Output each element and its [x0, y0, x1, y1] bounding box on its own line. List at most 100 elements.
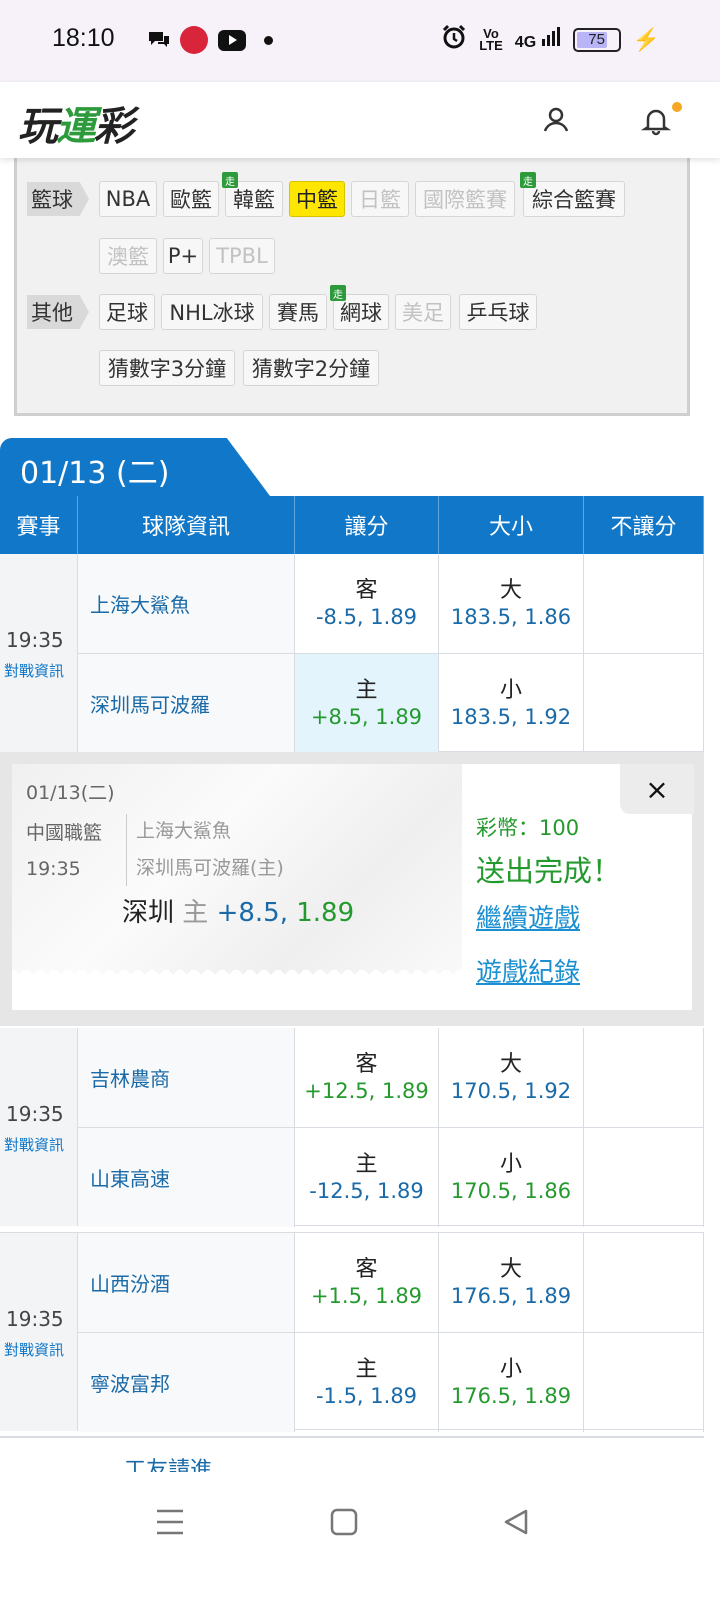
team-name[interactable]: 深圳馬可波羅: [78, 654, 295, 753]
ticket-date: 01/13(二): [26, 782, 115, 804]
spread-odds-home-selected[interactable]: 主 +8.5, 1.89: [295, 654, 439, 753]
matchup-info-link[interactable]: 對戰資訊: [4, 1339, 64, 1360]
chip-guess-2min[interactable]: 猜數字2分鐘: [243, 350, 379, 386]
odd-label: 大: [499, 577, 522, 603]
game-history-link[interactable]: 遊戲紀錄: [476, 952, 580, 989]
moneyline-home[interactable]: [584, 654, 704, 753]
total-odds-over[interactable]: 大 176.5, 1.89: [439, 1233, 584, 1332]
odd-label: 小: [499, 677, 522, 703]
logo-char-2: 運: [56, 103, 96, 150]
status-time: 18:10: [52, 24, 115, 52]
chip-horse-racing[interactable]: 賽馬: [269, 294, 327, 330]
spread-odds-away[interactable]: 客 +12.5, 1.89: [295, 1028, 439, 1127]
col-team-info: 球隊資訊: [78, 496, 295, 554]
game-time-cell: 19:35 對戰資訊: [0, 1028, 78, 1226]
odd-value: -12.5, 1.89: [309, 1178, 424, 1203]
network-type: 4G: [514, 34, 537, 51]
back-triangle-icon[interactable]: [496, 1502, 536, 1542]
chip-tpbl[interactable]: TPBL: [209, 238, 275, 274]
total-odds-under[interactable]: 小 183.5, 1.92: [439, 654, 584, 753]
team-row-away: 山西汾酒 客 +1.5, 1.89 大 176.5, 1.89: [78, 1233, 704, 1332]
game-row: 19:35 對戰資訊 吉林農商 客 +12.5, 1.89 大 170.5, 1.9…: [0, 1028, 704, 1227]
next-league-heading: 工友請進: [0, 1436, 704, 1472]
ticket-bet: 深圳 主 +8.5, 1.89: [122, 892, 354, 929]
app-notification-icon: [180, 26, 208, 54]
volte-bottom: LTE: [479, 37, 503, 53]
col-event: 賽事: [0, 496, 78, 554]
matchup-info-link[interactable]: 對戰資訊: [4, 1134, 64, 1155]
odd-value: 170.5, 1.86: [450, 1178, 572, 1203]
matchup-info-link[interactable]: 對戰資訊: [4, 660, 64, 681]
chip-mixed-basketball[interactable]: 走綜合籃賽: [520, 172, 625, 217]
logo-char-1: 玩: [18, 103, 58, 150]
chip-tennis[interactable]: 走網球: [330, 285, 389, 330]
table-header: 賽事 球隊資訊 讓分 大小 不讓分: [0, 496, 704, 554]
chip-american-football[interactable]: 美足: [395, 294, 451, 330]
chip-nba[interactable]: NBA: [99, 181, 157, 217]
team-row-home: 深圳馬可波羅 主 +8.5, 1.89 小 183.5, 1.92: [78, 653, 704, 753]
odd-label: 主: [355, 677, 378, 703]
team-name[interactable]: 山東高速: [78, 1128, 295, 1227]
odd-value: +1.5, 1.89: [310, 1283, 423, 1308]
home-square-icon[interactable]: [324, 1502, 364, 1542]
chip-japan-basketball[interactable]: 日籃: [351, 181, 409, 217]
chip-p-plus[interactable]: P+: [163, 238, 203, 274]
spread-odds-home[interactable]: 主 -1.5, 1.89: [295, 1333, 439, 1432]
chip-euro-basketball[interactable]: 歐籃: [163, 181, 219, 217]
logo[interactable]: 玩運彩: [18, 94, 134, 152]
game-time-cell: 19:35 對戰資訊: [0, 1233, 78, 1431]
charging-icon: ⚡: [632, 26, 660, 52]
spread-odds-away[interactable]: 客 -8.5, 1.89: [295, 554, 439, 653]
chip-label: 綜合籃賽: [532, 188, 616, 212]
ticket-divider: [126, 814, 127, 886]
game-row: 19:35 對戰資訊 山西汾酒 客 +1.5, 1.89 大 176.5, 1.89…: [0, 1232, 704, 1432]
spread-odds-home[interactable]: 主 -12.5, 1.89: [295, 1128, 439, 1227]
chip-guess-3min[interactable]: 猜數字3分鐘: [99, 350, 235, 386]
category-panel: 籃球 NBA 歐籃 走韓籃 中籃 日籃 國際籃賽 走綜合籃賽 澳籃 P+ TPB…: [14, 158, 690, 416]
battery-icon: 75: [572, 27, 621, 52]
bet-price: 1.89: [296, 898, 355, 928]
chip-soccer[interactable]: 足球: [99, 294, 155, 330]
odd-value: 183.5, 1.86: [450, 604, 572, 629]
moneyline-away[interactable]: [584, 1028, 704, 1127]
team-name[interactable]: 吉林農商: [78, 1028, 295, 1127]
chip-intl-basketball[interactable]: 國際籃賽: [415, 181, 515, 217]
bet-side: 主: [182, 898, 209, 928]
continue-game-link[interactable]: 繼續遊戲: [476, 898, 580, 935]
bell-icon[interactable]: [640, 104, 672, 136]
total-odds-under[interactable]: 小 176.5, 1.89: [439, 1333, 584, 1432]
team-name[interactable]: 上海大鯊魚: [78, 554, 295, 653]
team-name[interactable]: 山西汾酒: [78, 1233, 295, 1332]
date-tab[interactable]: 01/13 (二): [0, 438, 270, 496]
submit-complete-message: 送出完成！: [476, 854, 622, 888]
moneyline-away[interactable]: [584, 554, 704, 653]
total-odds-over[interactable]: 大 183.5, 1.86: [439, 554, 584, 653]
moneyline-away[interactable]: [584, 1233, 704, 1332]
close-popup-button[interactable]: ×: [620, 764, 694, 814]
menu-icon[interactable]: [150, 1502, 190, 1542]
odd-value: -8.5, 1.89: [315, 604, 418, 629]
user-icon[interactable]: [540, 104, 572, 136]
odd-value: 183.5, 1.92: [450, 704, 572, 729]
odd-label: 客: [355, 577, 378, 603]
chat-notification-icon: [146, 26, 172, 54]
more-notifications-icon: [264, 36, 273, 45]
chip-nhl[interactable]: NHL冰球: [161, 294, 263, 330]
total-odds-over[interactable]: 大 170.5, 1.92: [439, 1028, 584, 1127]
odd-value: 170.5, 1.92: [450, 1078, 572, 1103]
chip-table-tennis[interactable]: 乒乓球: [459, 294, 537, 330]
moneyline-home[interactable]: [584, 1333, 704, 1432]
bet-team: 深圳: [122, 898, 175, 928]
moneyline-home[interactable]: [584, 1128, 704, 1227]
chip-label: 韓籃: [233, 188, 275, 212]
total-odds-under[interactable]: 小 170.5, 1.86: [439, 1128, 584, 1227]
team-row-away: 吉林農商 客 +12.5, 1.89 大 170.5, 1.92: [78, 1028, 704, 1127]
chip-china-basketball[interactable]: 中籃: [289, 181, 345, 217]
spread-odds-away[interactable]: 客 +1.5, 1.89: [295, 1233, 439, 1332]
ticket-team-home: 深圳馬可波羅(主): [136, 857, 284, 879]
team-name[interactable]: 寧波富邦: [78, 1333, 295, 1432]
team-row-home: 山東高速 主 -12.5, 1.89 小 170.5, 1.86: [78, 1127, 704, 1227]
chip-korea-basketball[interactable]: 走韓籃: [222, 172, 283, 217]
notification-dot: [672, 102, 682, 112]
chip-australia-basketball[interactable]: 澳籃: [99, 238, 157, 274]
